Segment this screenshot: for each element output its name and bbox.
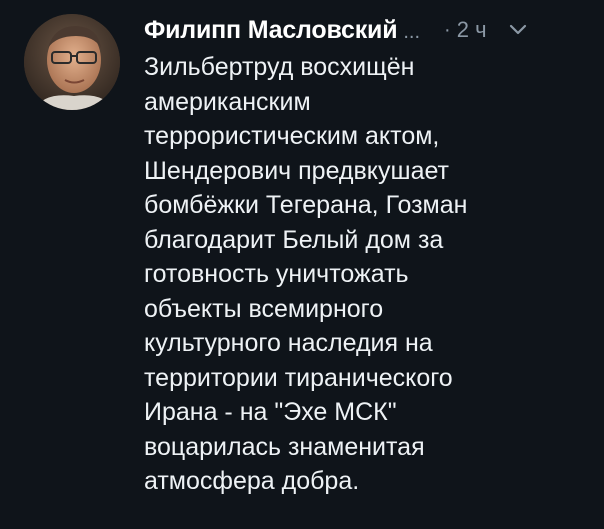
avatar-photo (24, 14, 120, 110)
tweet-text-line: объекты всемирного (144, 294, 384, 323)
tweet-text-line: территории тиранического (144, 363, 453, 392)
tweet-header: Филипп Масловский ... · 2 ч (144, 10, 584, 50)
tweet-text-line: американским (144, 87, 311, 116)
tweet-text-line: Шендерович предвкушает (144, 156, 450, 185)
tweet-text-line: террористическим актом, (144, 122, 440, 150)
tweet-text-line: Ирана - на "Эхе МСК" (144, 398, 397, 426)
tweet-text-line: бомбёжки Тегерана, Гозман (144, 191, 468, 219)
tweet-text-line: культурного наследия на (144, 329, 433, 357)
author-name[interactable]: Филипп Масловский (144, 16, 398, 45)
timestamp[interactable]: 2 ч (457, 17, 487, 43)
tweet-card[interactable]: Филипп Масловский ... · 2 ч Зильбертруд … (0, 0, 604, 529)
separator-dot: · (444, 18, 451, 41)
tweet-text-line: атмосфера добра. (144, 467, 360, 495)
name-truncation: ... (403, 20, 421, 43)
tweet-text-line: воцарилась знаменитая (144, 432, 425, 461)
tweet-text: Зильбертруд восхищён американским террор… (144, 50, 594, 499)
tweet-text-line: готовность уничтожать (144, 260, 409, 288)
avatar[interactable] (24, 14, 120, 110)
tweet-text-line: благодарит Белый дом за (144, 225, 444, 254)
chevron-down-icon[interactable] (507, 19, 529, 41)
tweet-text-line: Зильбертруд восхищён (144, 53, 415, 81)
